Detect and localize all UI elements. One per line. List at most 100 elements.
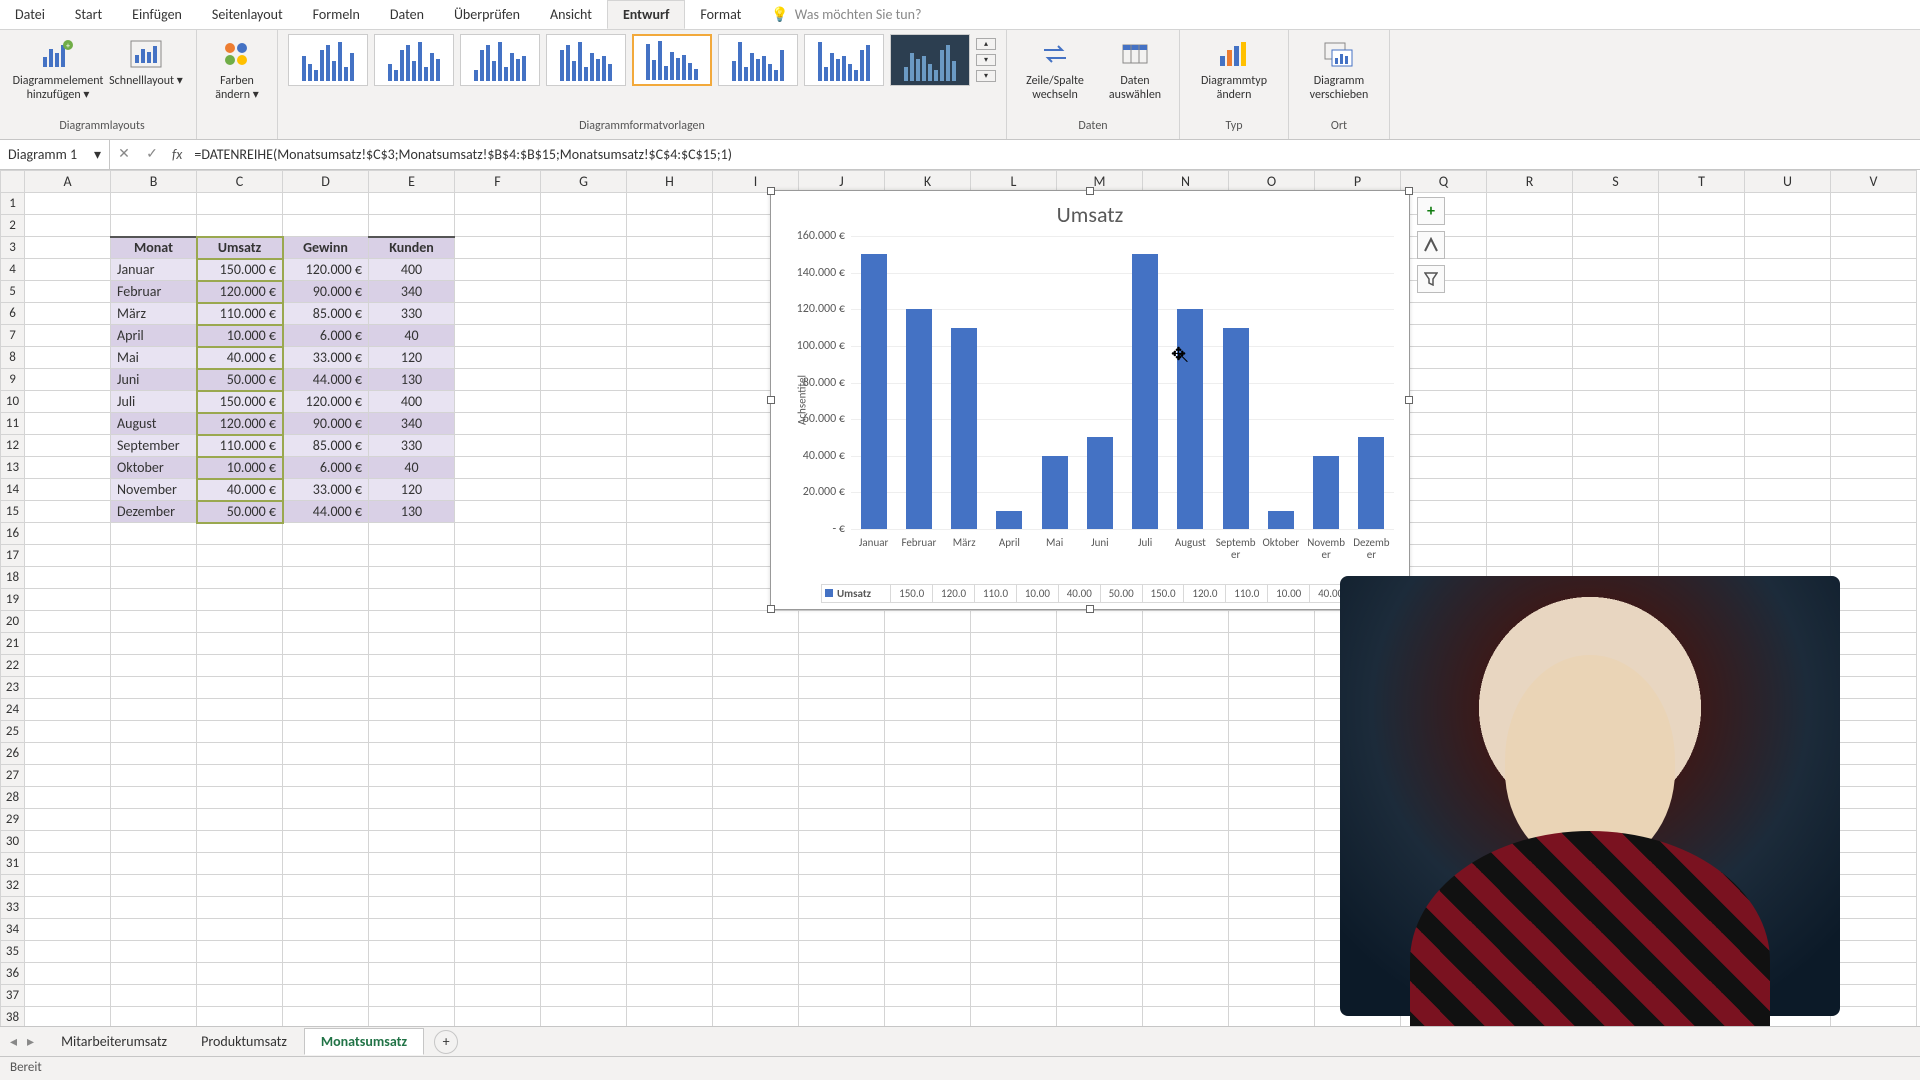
cell[interactable] [197,897,283,919]
cell[interactable] [1143,875,1229,897]
cell[interactable] [1745,523,1831,545]
cell[interactable] [1831,303,1917,325]
cell[interactable] [713,875,799,897]
cell[interactable] [1143,919,1229,941]
cell[interactable] [1745,259,1831,281]
cell[interactable] [111,809,197,831]
column-header-G[interactable]: G [541,171,627,193]
cell[interactable] [1057,919,1143,941]
cell[interactable] [455,589,541,611]
cell[interactable] [713,765,799,787]
cell[interactable]: Januar [111,259,197,281]
cell[interactable] [627,501,713,523]
cell[interactable] [1229,897,1315,919]
chart-bar[interactable] [996,511,1022,529]
cell[interactable] [369,567,455,589]
cell[interactable] [25,963,111,985]
cell[interactable] [1573,479,1659,501]
cell[interactable] [1573,303,1659,325]
cell[interactable] [541,589,627,611]
cell[interactable] [1229,765,1315,787]
row-header-31[interactable]: 31 [1,853,25,875]
cell[interactable]: 40.000 € [197,479,283,501]
cell[interactable] [1487,347,1573,369]
cell[interactable] [25,567,111,589]
cell[interactable] [1573,501,1659,523]
cell[interactable] [369,721,455,743]
cell[interactable] [283,853,369,875]
cell[interactable] [369,633,455,655]
cell[interactable] [541,633,627,655]
cell[interactable]: 150.000 € [197,259,283,281]
cell[interactable] [885,875,971,897]
ribbon-tab-daten[interactable]: Daten [375,0,439,29]
cell[interactable] [541,655,627,677]
cell[interactable] [369,853,455,875]
cell[interactable] [1057,831,1143,853]
cell[interactable] [1487,325,1573,347]
cell[interactable] [197,215,283,237]
cell[interactable] [541,611,627,633]
name-box[interactable]: Diagramm 1 ▾ [0,140,110,169]
cancel-formula-button[interactable]: ✕ [110,146,138,163]
cell[interactable] [455,941,541,963]
cell[interactable] [627,193,713,215]
cell[interactable] [1401,435,1487,457]
cell[interactable] [885,655,971,677]
cell[interactable] [369,787,455,809]
cell[interactable] [283,809,369,831]
cell[interactable]: Monat [111,237,197,259]
cell[interactable] [713,809,799,831]
cell[interactable] [541,303,627,325]
cell[interactable] [713,963,799,985]
cell[interactable] [627,787,713,809]
cell[interactable] [1573,523,1659,545]
cell[interactable]: 120.000 € [283,391,369,413]
chart-styles-button[interactable] [1417,231,1445,259]
row-header-36[interactable]: 36 [1,963,25,985]
row-header-4[interactable]: 4 [1,259,25,281]
cell[interactable]: November [111,479,197,501]
cell[interactable] [1831,523,1917,545]
cell[interactable] [369,919,455,941]
cell[interactable] [713,853,799,875]
cell[interactable] [455,765,541,787]
cell[interactable]: 130 [369,369,455,391]
cell[interactable] [197,787,283,809]
cell[interactable] [111,567,197,589]
cell[interactable] [25,897,111,919]
row-header-19[interactable]: 19 [1,589,25,611]
cell[interactable] [455,677,541,699]
cell[interactable] [1745,501,1831,523]
cell[interactable] [1487,193,1573,215]
chart-object[interactable]: Umsatz Achsentitel 160.000 €140.000 €120… [770,190,1410,610]
cell[interactable] [885,633,971,655]
cell[interactable] [1401,501,1487,523]
cell[interactable] [455,985,541,1007]
row-header-21[interactable]: 21 [1,633,25,655]
cell[interactable] [1229,655,1315,677]
cell[interactable] [197,809,283,831]
cell[interactable] [627,875,713,897]
cell[interactable] [1831,611,1917,633]
cell[interactable] [25,1007,111,1027]
cell[interactable] [111,963,197,985]
cell[interactable] [369,193,455,215]
cell[interactable] [1659,479,1745,501]
cell[interactable]: 110.000 € [197,435,283,457]
cell[interactable]: März [111,303,197,325]
cell[interactable] [885,919,971,941]
sheet-tab-mitarbeiterumsatz[interactable]: Mitarbeiterumsatz [44,1028,184,1055]
cell[interactable] [1831,435,1917,457]
cell[interactable] [283,941,369,963]
cell[interactable]: 90.000 € [283,413,369,435]
cell[interactable] [1831,831,1917,853]
cell[interactable] [1057,941,1143,963]
cell[interactable] [283,875,369,897]
cell[interactable] [111,721,197,743]
cell[interactable] [1143,985,1229,1007]
cell[interactable] [627,545,713,567]
cell[interactable] [1487,545,1573,567]
row-header-10[interactable]: 10 [1,391,25,413]
cell[interactable] [1831,501,1917,523]
